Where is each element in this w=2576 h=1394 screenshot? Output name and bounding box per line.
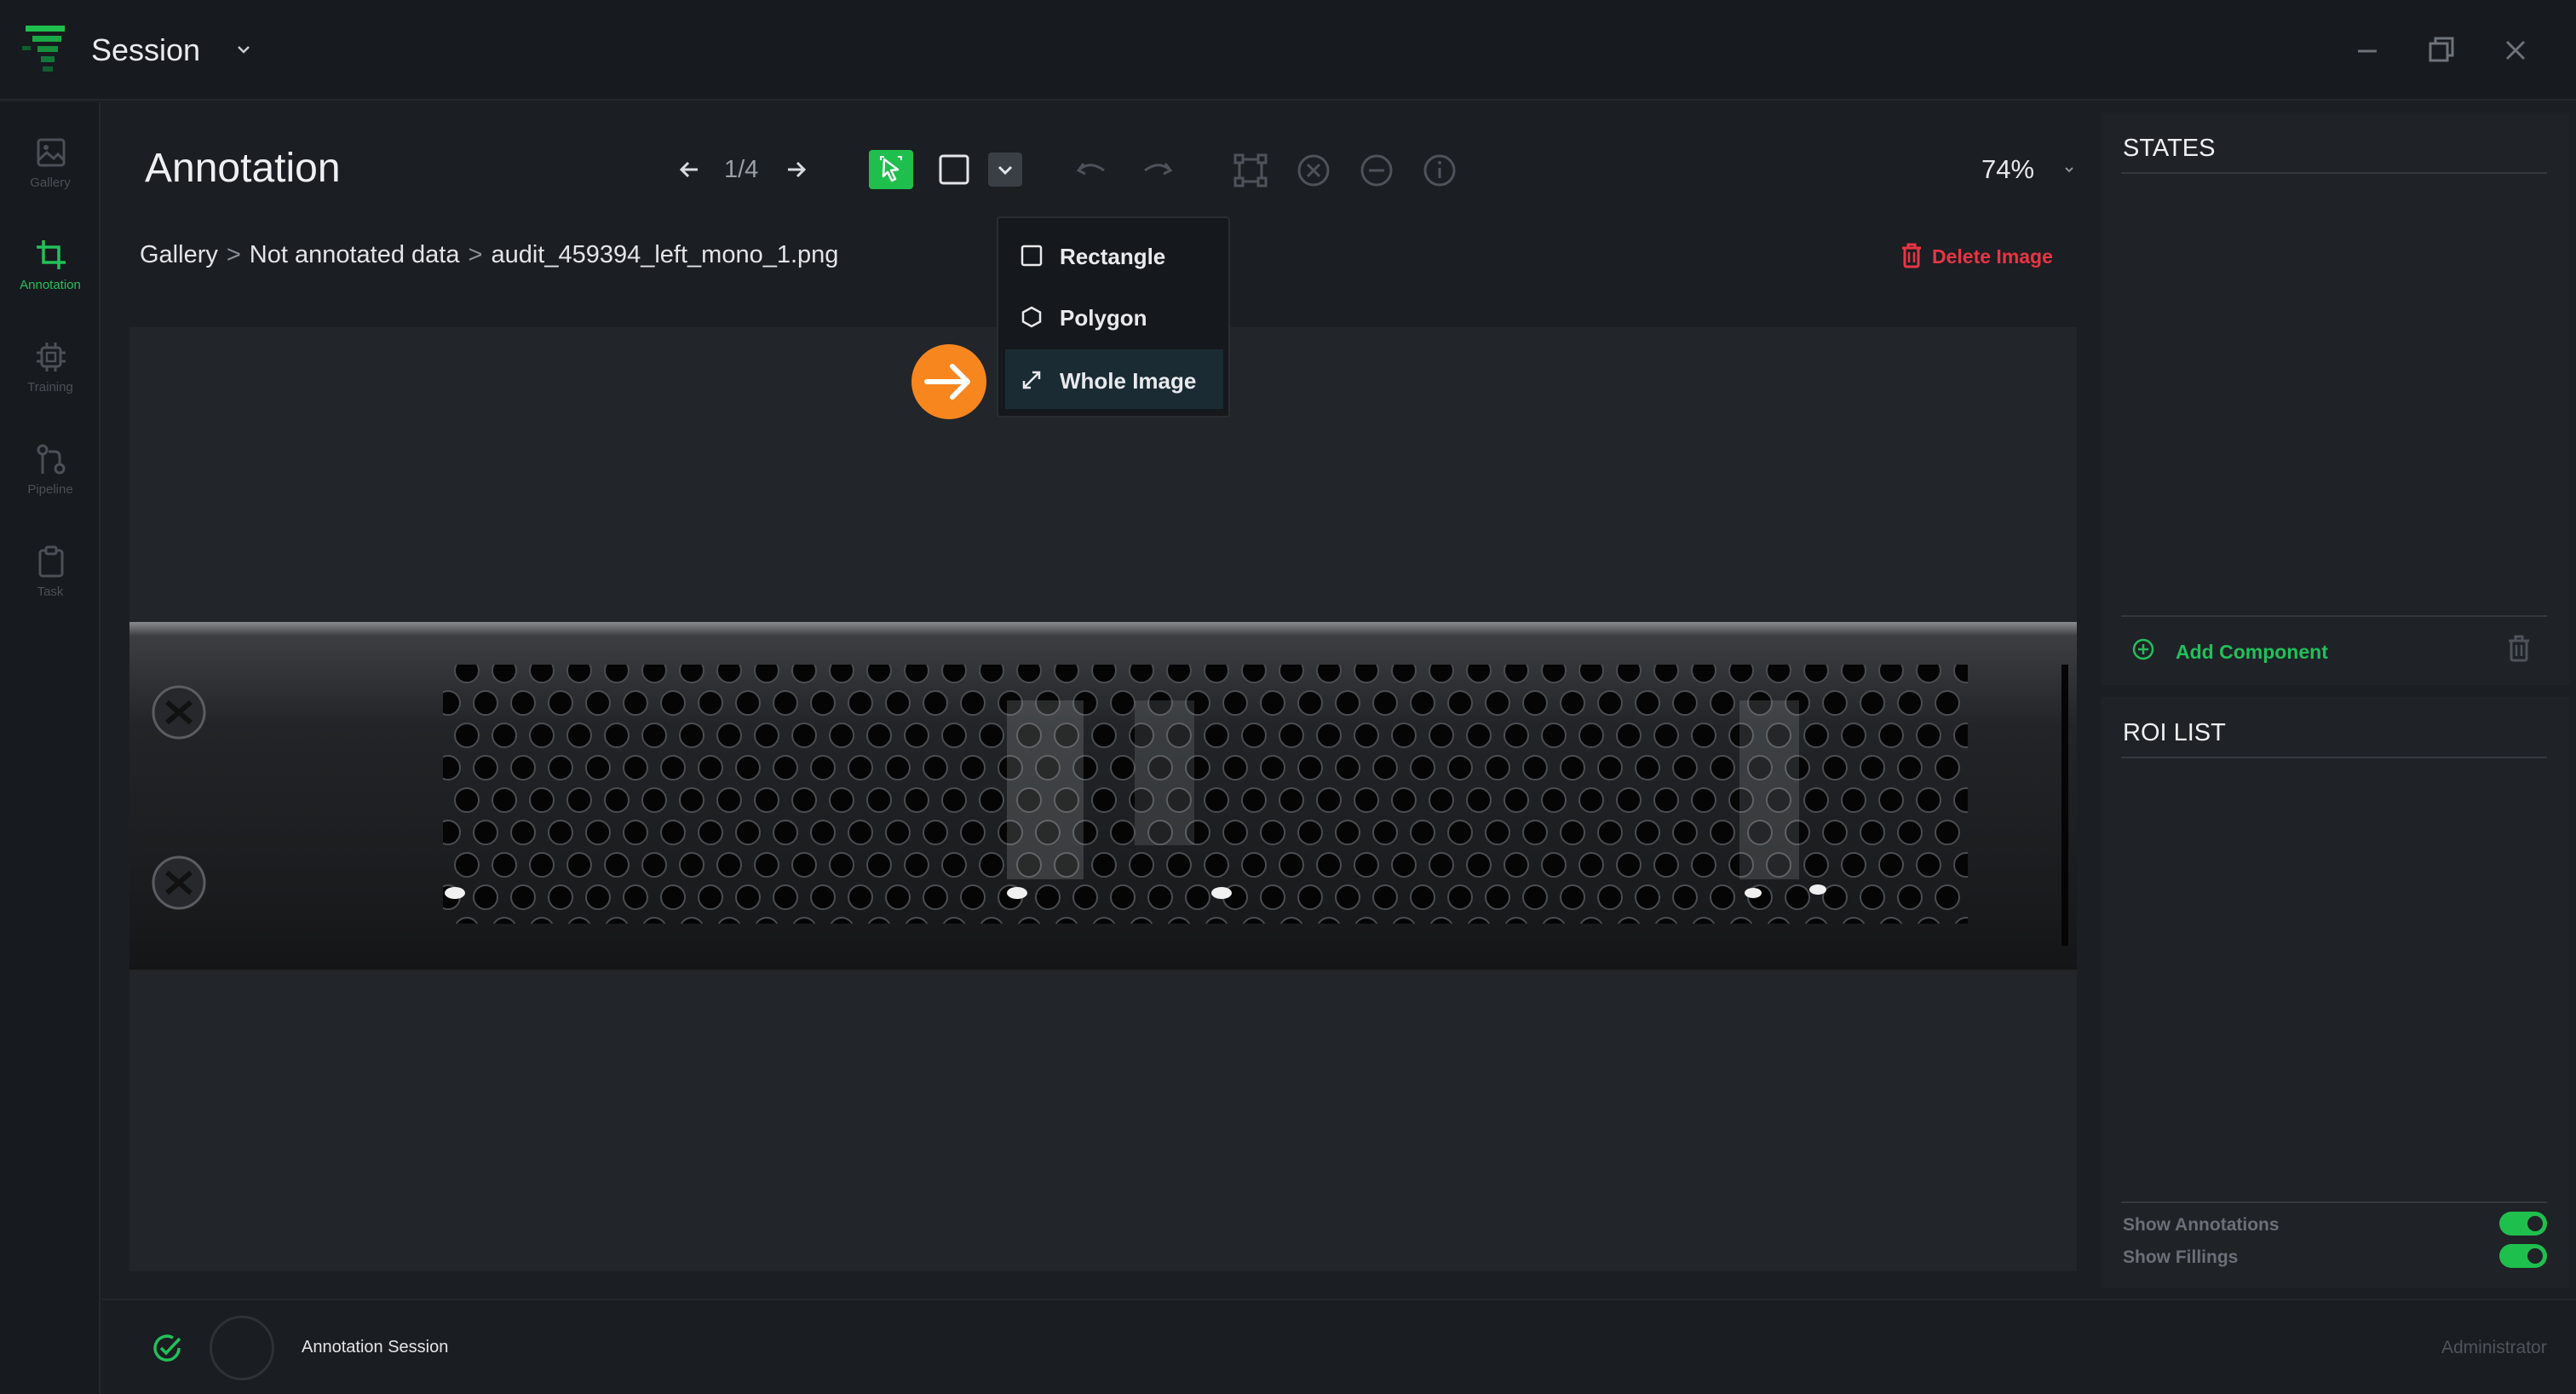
show-fillings-row: Show Fillings — [2123, 1244, 2549, 1270]
minimize-icon[interactable] — [2348, 31, 2387, 70]
progress-ring — [210, 1316, 274, 1380]
title-bar: Session — [0, 0, 2576, 101]
roi-list-panel: ROI LIST Show Annotations Show Fillings — [2101, 697, 2569, 1288]
pager-counter: 1/4 — [724, 156, 759, 183]
bounding-box-icon[interactable] — [1232, 152, 1269, 189]
circle-minus-icon[interactable] — [1358, 152, 1395, 189]
trash-icon — [1902, 243, 1921, 268]
nav-label: Task — [37, 585, 64, 599]
app-logo-icon — [22, 26, 65, 72]
menu-item-label: Whole Image — [1060, 368, 1197, 394]
status-bar: Annotation Session Administrator — [102, 1299, 2576, 1394]
clipboard-icon — [38, 545, 64, 578]
redo-icon[interactable] — [1138, 152, 1176, 189]
show-annotations-row: Show Annotations — [2123, 1212, 2549, 1237]
breadcrumb: Gallery > Not annotated data > audit_459394_… — [140, 241, 838, 269]
session-title[interactable]: Session — [91, 32, 200, 68]
circle-x-icon[interactable] — [1295, 152, 1332, 189]
hexagon-icon — [1021, 306, 1042, 328]
divider — [2121, 757, 2547, 758]
page-title: Annotation — [145, 146, 341, 191]
breadcrumb-item-file: audit_459394_left_mono_1.png — [491, 241, 839, 268]
check-circle-icon — [153, 1334, 181, 1362]
chevron-down-icon[interactable] — [232, 37, 256, 61]
nav-label: Pipeline — [27, 482, 73, 497]
nav-item-task[interactable]: Task — [0, 537, 101, 622]
square-icon — [1021, 245, 1043, 267]
zoom-level[interactable]: 74% — [1981, 154, 2034, 185]
nav-item-training[interactable]: Training — [0, 332, 101, 418]
select-tool-button[interactable] — [869, 150, 913, 189]
chevron-down-icon[interactable] — [2060, 160, 2079, 179]
breadcrumb-separator: > — [226, 241, 241, 268]
divider — [2121, 615, 2547, 617]
show-annotations-label: Show Annotations — [2123, 1215, 2280, 1235]
image-icon — [37, 138, 66, 167]
annotated-image — [129, 622, 2077, 970]
arrow-right-icon[interactable] — [782, 155, 811, 184]
cursor-icon — [880, 156, 902, 182]
chevron-down-icon — [998, 165, 1013, 176]
menu-item-label: Polygon — [1060, 305, 1147, 331]
nav-item-pipeline[interactable]: Pipeline — [0, 435, 101, 520]
menu-item-polygon[interactable]: Polygon — [1005, 286, 1223, 346]
show-fillings-toggle[interactable] — [2499, 1244, 2547, 1268]
menu-item-whole-image[interactable]: Whole Image — [1005, 349, 1223, 409]
crop-icon — [37, 240, 66, 269]
user-name: Administrator — [2441, 1338, 2547, 1357]
nav-label: Gallery — [30, 176, 71, 190]
arrow-left-icon[interactable] — [675, 155, 704, 184]
breadcrumb-item-folder[interactable]: Not annotated data — [250, 241, 460, 268]
nav-label: Annotation — [20, 278, 81, 292]
delete-image-label: Delete Image — [1932, 245, 2053, 268]
menu-item-label: Rectangle — [1060, 244, 1166, 269]
show-fillings-label: Show Fillings — [2123, 1247, 2239, 1267]
pipeline-icon — [37, 444, 66, 475]
app-window: Session Gallery Annotation Training Pipe… — [0, 0, 2576, 1394]
nav-label: Training — [27, 380, 73, 395]
rectangle-tool-icon[interactable] — [935, 152, 973, 187]
plus-circle-icon — [2132, 638, 2154, 660]
info-icon[interactable] — [1421, 152, 1458, 189]
breadcrumb-item-gallery[interactable]: Gallery — [140, 241, 218, 268]
annotation-tool-menu: Rectangle Polygon Whole Image — [997, 216, 1230, 418]
arrow-right-icon — [911, 344, 986, 419]
annotation-canvas[interactable] — [129, 327, 2077, 1271]
right-sidebar: STATES Add Component ROI LIST Show Annot… — [2101, 112, 2569, 1288]
undo-icon[interactable] — [1073, 152, 1111, 189]
chip-icon — [37, 343, 66, 372]
add-component-label: Add Component — [2176, 641, 2328, 663]
left-nav: Gallery Annotation Training Pipeline Tas… — [0, 102, 101, 1394]
nav-item-gallery[interactable]: Gallery — [0, 128, 101, 213]
breadcrumb-separator: > — [468, 241, 483, 268]
roi-list-title: ROI LIST — [2123, 719, 2226, 746]
session-status-label: Annotation Session — [302, 1338, 449, 1357]
close-icon[interactable] — [2496, 31, 2535, 70]
states-title: STATES — [2123, 135, 2216, 162]
menu-item-rectangle[interactable]: Rectangle — [1005, 225, 1223, 285]
divider — [2121, 1201, 2547, 1203]
nav-item-annotation[interactable]: Annotation — [0, 230, 101, 315]
tool-dropdown-button[interactable] — [988, 153, 1022, 187]
trash-icon[interactable] — [2506, 634, 2532, 663]
expand-icon — [1022, 371, 1041, 389]
divider — [2121, 172, 2547, 174]
show-annotations-toggle[interactable] — [2499, 1212, 2547, 1236]
states-panel: STATES Add Component — [2101, 112, 2569, 685]
restore-icon[interactable] — [2422, 31, 2461, 70]
